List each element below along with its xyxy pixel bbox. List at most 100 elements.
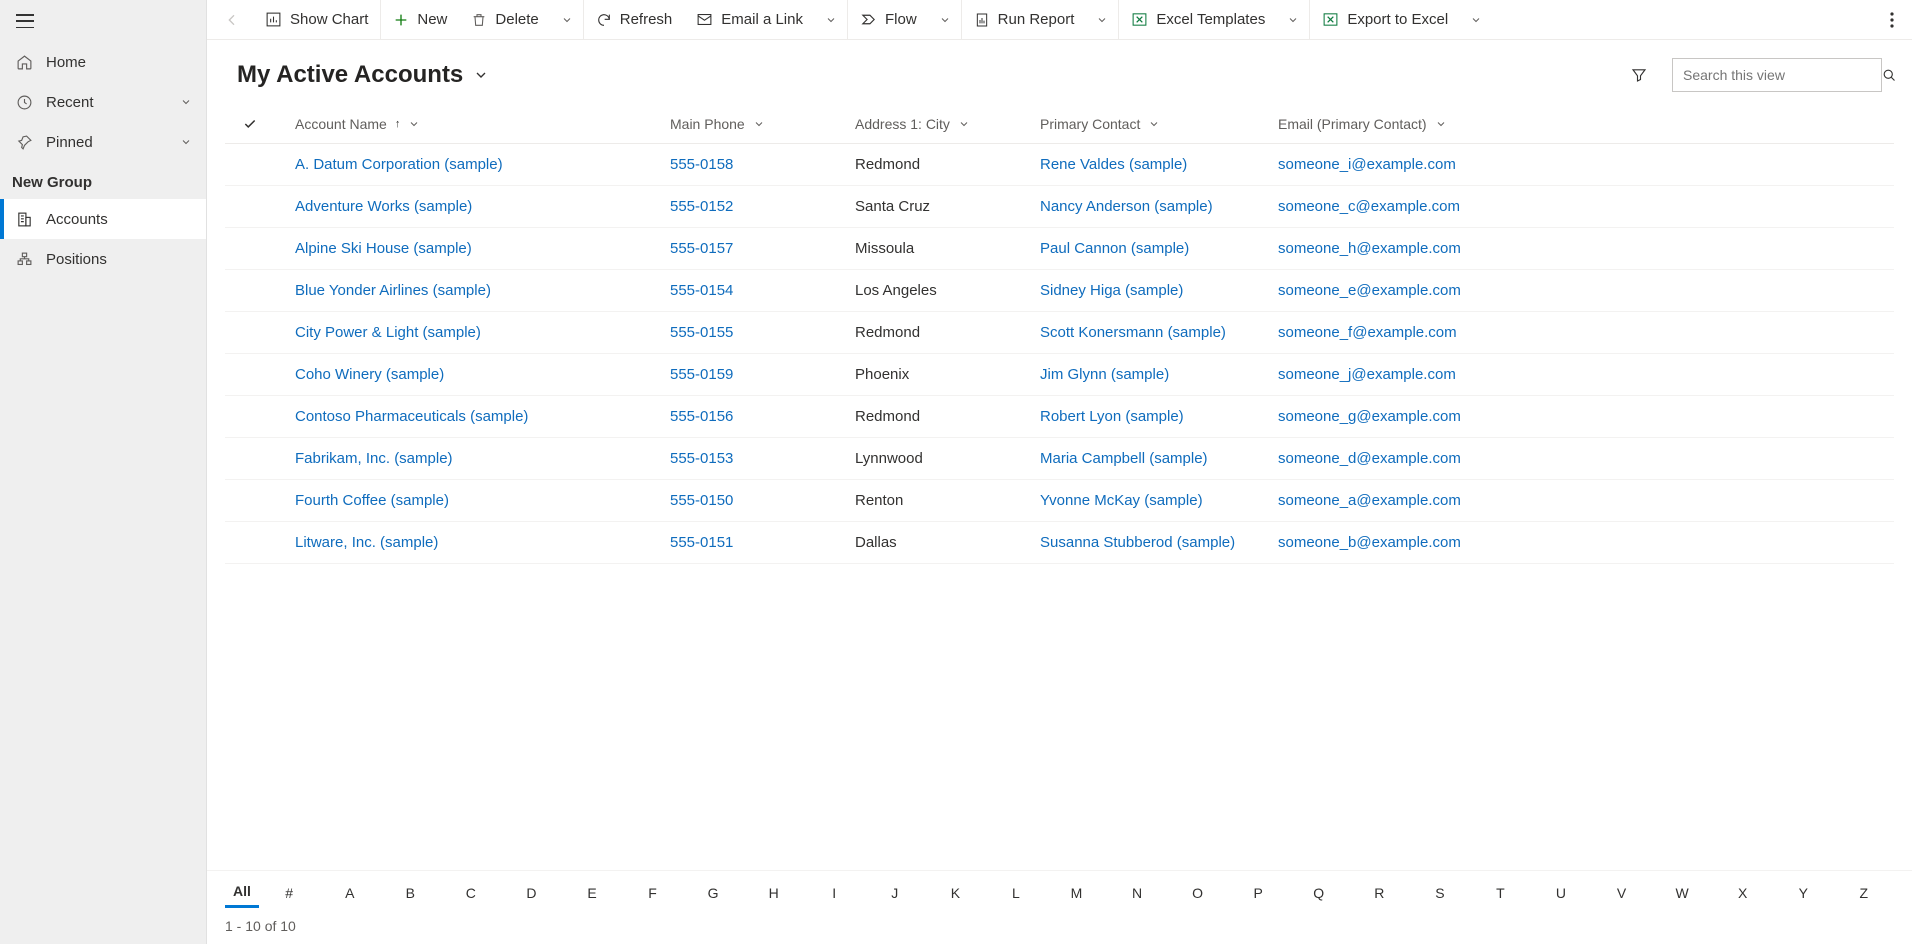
account-name-link[interactable]: Coho Winery (sample) (295, 366, 444, 383)
search-icon[interactable] (1874, 68, 1905, 83)
alpha-filter-v[interactable]: V (1591, 879, 1652, 907)
account-name-link[interactable]: Fabrikam, Inc. (sample) (295, 450, 453, 467)
cmd-export-excel[interactable]: Export to Excel (1310, 0, 1460, 40)
sidebar-item-recent[interactable]: Recent (0, 82, 206, 122)
cmd-delete[interactable]: Delete (459, 0, 550, 40)
alpha-filter-g[interactable]: G (683, 879, 744, 907)
cmd-email-link[interactable]: Email a Link (684, 0, 815, 40)
table-row[interactable]: Fourth Coffee (sample)555-0150RentonYvon… (225, 480, 1894, 522)
phone-link[interactable]: 555-0158 (670, 156, 733, 173)
account-name-link[interactable]: A. Datum Corporation (sample) (295, 156, 503, 173)
alpha-filter-n[interactable]: N (1107, 879, 1168, 907)
phone-link[interactable]: 555-0156 (670, 408, 733, 425)
cmd-overflow[interactable] (1876, 0, 1908, 40)
table-row[interactable]: Coho Winery (sample)555-0159PhoenixJim G… (225, 354, 1894, 396)
account-name-link[interactable]: Fourth Coffee (sample) (295, 492, 449, 509)
phone-link[interactable]: 555-0157 (670, 240, 733, 257)
email-link[interactable]: someone_d@example.com (1278, 450, 1461, 467)
table-row[interactable]: Contoso Pharmaceuticals (sample) 555-0156… (225, 396, 1894, 438)
table-row[interactable]: Alpine Ski House (sample)555-0157Missoul… (225, 228, 1894, 270)
sidebar-item-accounts[interactable]: Accounts (0, 199, 206, 239)
phone-link[interactable]: 555-0150 (670, 492, 733, 509)
account-name-link[interactable]: City Power & Light (sample) (295, 324, 481, 341)
alpha-filter-m[interactable]: M (1046, 879, 1107, 907)
alpha-filter-y[interactable]: Y (1773, 879, 1834, 907)
alpha-filter-x[interactable]: X (1712, 879, 1773, 907)
email-link[interactable]: someone_b@example.com (1278, 534, 1461, 551)
account-name-link[interactable]: Blue Yonder Airlines (sample) (295, 282, 491, 299)
contact-link[interactable]: Rene Valdes (sample) (1040, 156, 1187, 173)
email-link[interactable]: someone_i@example.com (1278, 156, 1456, 173)
alpha-filter-d[interactable]: D (501, 879, 562, 907)
cmd-email-link-chevron[interactable] (815, 0, 848, 40)
search-box[interactable] (1672, 58, 1882, 92)
phone-link[interactable]: 555-0159 (670, 366, 733, 383)
hamburger-button[interactable] (0, 0, 206, 42)
sidebar-item-home[interactable]: Home (0, 42, 206, 82)
alpha-filter-#[interactable]: # (259, 879, 320, 907)
alpha-filter-a[interactable]: A (319, 879, 380, 907)
cmd-flow[interactable]: Flow (848, 0, 929, 40)
email-link[interactable]: someone_g@example.com (1278, 408, 1461, 425)
alpha-filter-i[interactable]: I (804, 879, 865, 907)
email-link[interactable]: someone_a@example.com (1278, 492, 1461, 509)
alpha-filter-p[interactable]: P (1228, 879, 1289, 907)
table-row[interactable]: Fabrikam, Inc. (sample)555-0153LynnwoodM… (225, 438, 1894, 480)
account-name-link[interactable]: Adventure Works (sample) (295, 198, 472, 215)
email-link[interactable]: someone_h@example.com (1278, 240, 1461, 257)
column-header-primary-contact[interactable]: Primary Contact (1040, 116, 1278, 132)
select-all-checkbox[interactable] (225, 117, 275, 131)
contact-link[interactable]: Maria Campbell (sample) (1040, 450, 1208, 467)
table-row[interactable]: Adventure Works (sample)555-0152Santa Cr… (225, 186, 1894, 228)
cmd-excel-templates-chevron[interactable] (1277, 0, 1310, 40)
email-link[interactable]: someone_j@example.com (1278, 366, 1456, 383)
alpha-filter-r[interactable]: R (1349, 879, 1410, 907)
cmd-flow-chevron[interactable] (929, 0, 962, 40)
alpha-filter-b[interactable]: B (380, 879, 441, 907)
phone-link[interactable]: 555-0151 (670, 534, 733, 551)
column-header-email[interactable]: Email (Primary Contact) (1278, 116, 1618, 132)
column-header-main-phone[interactable]: Main Phone (670, 116, 855, 132)
view-title[interactable]: My Active Accounts (237, 61, 463, 89)
contact-link[interactable]: Jim Glynn (sample) (1040, 366, 1169, 383)
alpha-filter-s[interactable]: S (1410, 879, 1471, 907)
contact-link[interactable]: Paul Cannon (sample) (1040, 240, 1189, 257)
contact-link[interactable]: Sidney Higa (sample) (1040, 282, 1183, 299)
alpha-filter-all[interactable]: All (225, 877, 259, 908)
alpha-filter-u[interactable]: U (1531, 879, 1592, 907)
alpha-filter-l[interactable]: L (986, 879, 1047, 907)
alpha-filter-w[interactable]: W (1652, 879, 1713, 907)
alpha-filter-k[interactable]: K (925, 879, 986, 907)
account-name-link[interactable]: Alpine Ski House (sample) (295, 240, 472, 257)
alpha-filter-o[interactable]: O (1167, 879, 1228, 907)
cmd-refresh[interactable]: Refresh (584, 0, 685, 40)
column-header-account-name[interactable]: Account Name ↑ (275, 116, 670, 132)
table-row[interactable]: Blue Yonder Airlines (sample)555-0154Los… (225, 270, 1894, 312)
table-row[interactable]: A. Datum Corporation (sample)555-0158Red… (225, 144, 1894, 186)
sidebar-item-positions[interactable]: Positions (0, 239, 206, 279)
alpha-filter-q[interactable]: Q (1288, 879, 1349, 907)
back-button[interactable] (224, 12, 240, 28)
phone-link[interactable]: 555-0153 (670, 450, 733, 467)
account-name-link[interactable]: Litware, Inc. (sample) (295, 534, 438, 551)
cmd-new[interactable]: New (381, 0, 459, 40)
contact-link[interactable]: Scott Konersmann (sample) (1040, 324, 1226, 341)
contact-link[interactable]: Robert Lyon (sample) (1040, 408, 1184, 425)
email-link[interactable]: someone_c@example.com (1278, 198, 1460, 215)
cmd-excel-templates[interactable]: Excel Templates (1119, 0, 1277, 40)
sidebar-item-pinned[interactable]: Pinned (0, 122, 206, 162)
table-row[interactable]: Litware, Inc. (sample)555-0151DallasSusa… (225, 522, 1894, 564)
alpha-filter-z[interactable]: Z (1834, 879, 1895, 907)
alpha-filter-h[interactable]: H (743, 879, 804, 907)
phone-link[interactable]: 555-0154 (670, 282, 733, 299)
phone-link[interactable]: 555-0152 (670, 198, 733, 215)
account-name-link[interactable]: Contoso Pharmaceuticals (sample) (295, 408, 528, 425)
cmd-export-excel-chevron[interactable] (1460, 0, 1492, 40)
column-header-city[interactable]: Address 1: City (855, 116, 1040, 132)
phone-link[interactable]: 555-0155 (670, 324, 733, 341)
email-link[interactable]: someone_e@example.com (1278, 282, 1461, 299)
contact-link[interactable]: Nancy Anderson (sample) (1040, 198, 1213, 215)
alpha-filter-j[interactable]: J (865, 879, 926, 907)
contact-link[interactable]: Yvonne McKay (sample) (1040, 492, 1203, 509)
alpha-filter-e[interactable]: E (562, 879, 623, 907)
